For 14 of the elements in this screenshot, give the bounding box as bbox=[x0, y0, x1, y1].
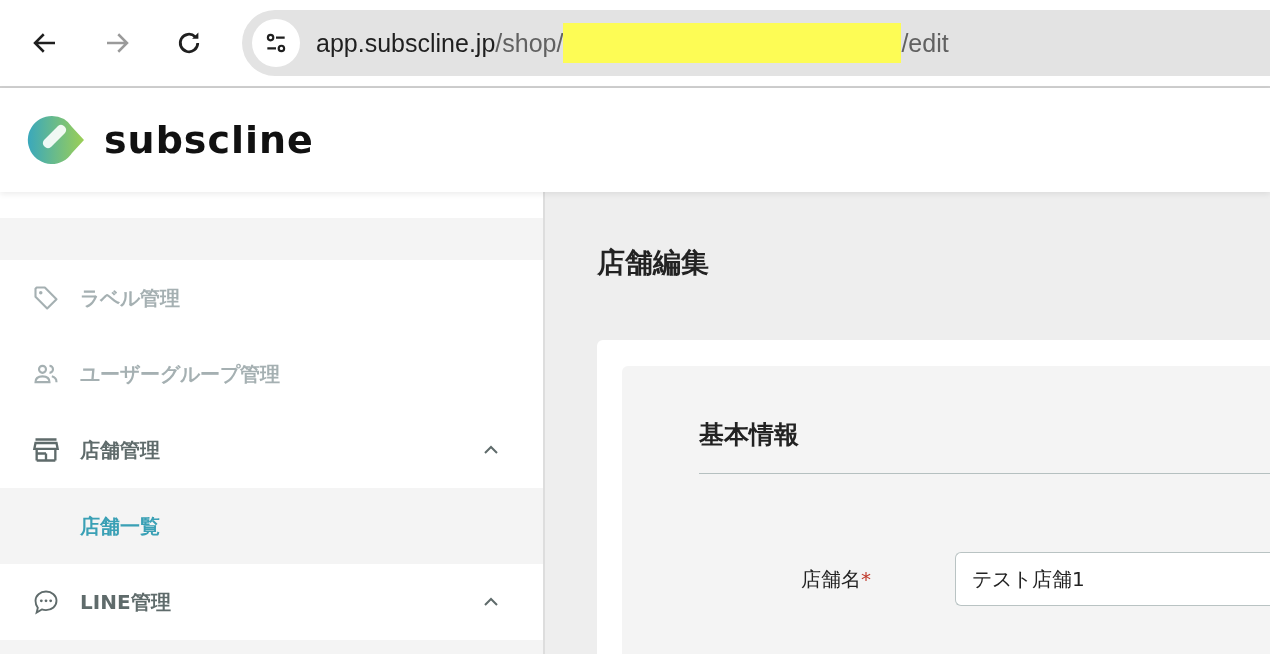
site-info-button[interactable] bbox=[252, 19, 300, 67]
input-field[interactable]: テスト店舗1 bbox=[955, 552, 1270, 606]
sidebar-item[interactable]: 店舗一覧 bbox=[0, 488, 543, 564]
address-bar[interactable]: app.subscline.jp/shop/ /edit bbox=[242, 10, 1270, 76]
chat-bubble-icon bbox=[32, 588, 60, 616]
field-label: 店舗名* bbox=[800, 565, 872, 593]
url-path: /shop/ bbox=[495, 28, 564, 58]
section-title: 基本情報 bbox=[699, 418, 1270, 474]
store-icon bbox=[32, 436, 60, 464]
tag-icon bbox=[32, 284, 60, 312]
logo-text: subscline bbox=[104, 118, 314, 162]
url-path: /edit bbox=[901, 28, 949, 58]
page-title: 店舗編集 bbox=[597, 245, 710, 281]
url-host: app.subscline.jp bbox=[316, 28, 496, 58]
